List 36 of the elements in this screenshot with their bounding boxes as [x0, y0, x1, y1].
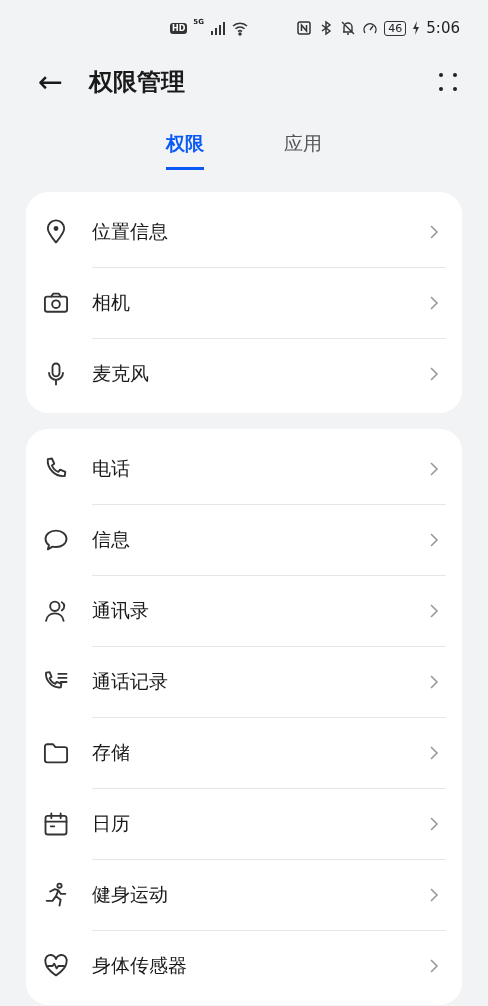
permission-item[interactable]: 电话: [92, 455, 428, 482]
permission-item[interactable]: 通话记录: [92, 668, 428, 695]
chevron-right-icon: [428, 460, 440, 477]
chevron-right-icon: [428, 223, 440, 240]
permission-item[interactable]: 信息: [92, 526, 428, 553]
chevron-right-icon: [428, 815, 440, 832]
permission-item[interactable]: 身体传感器: [92, 952, 428, 979]
chevron-right-icon: [428, 744, 440, 761]
muted-bell-icon: [340, 20, 357, 36]
tab[interactable]: 权限: [166, 130, 204, 170]
battery-icon: 46: [384, 20, 407, 36]
back-button[interactable]: ←: [38, 67, 64, 97]
speedometer-icon: [362, 20, 379, 36]
hd-badge: HD: [170, 22, 188, 34]
wifi-icon: [231, 20, 248, 36]
signal-icon: [209, 20, 226, 36]
chevron-right-icon: [428, 294, 440, 311]
chevron-right-icon: [428, 531, 440, 548]
chevron-right-icon: [428, 602, 440, 619]
nfc-icon: [296, 20, 313, 36]
chevron-right-icon: [428, 673, 440, 690]
permission-item[interactable]: 相机: [92, 289, 428, 316]
chevron-right-icon: [428, 886, 440, 903]
charging-icon: [412, 21, 421, 35]
tab[interactable]: 应用: [284, 130, 322, 170]
permission-item[interactable]: 麦克风: [92, 360, 428, 387]
page-title: 权限管理: [89, 67, 187, 98]
permission-item[interactable]: 日历: [92, 810, 428, 837]
chevron-right-icon: [428, 957, 440, 974]
permission-item[interactable]: 存储: [92, 739, 428, 766]
clock-time: 5:06: [426, 19, 460, 37]
permission-item[interactable]: 通讯录: [92, 597, 428, 624]
permission-item[interactable]: 位置信息: [92, 218, 428, 245]
permission-item[interactable]: 健身运动: [92, 881, 428, 908]
chevron-right-icon: [428, 365, 440, 382]
more-options-icon[interactable]: [436, 70, 460, 94]
